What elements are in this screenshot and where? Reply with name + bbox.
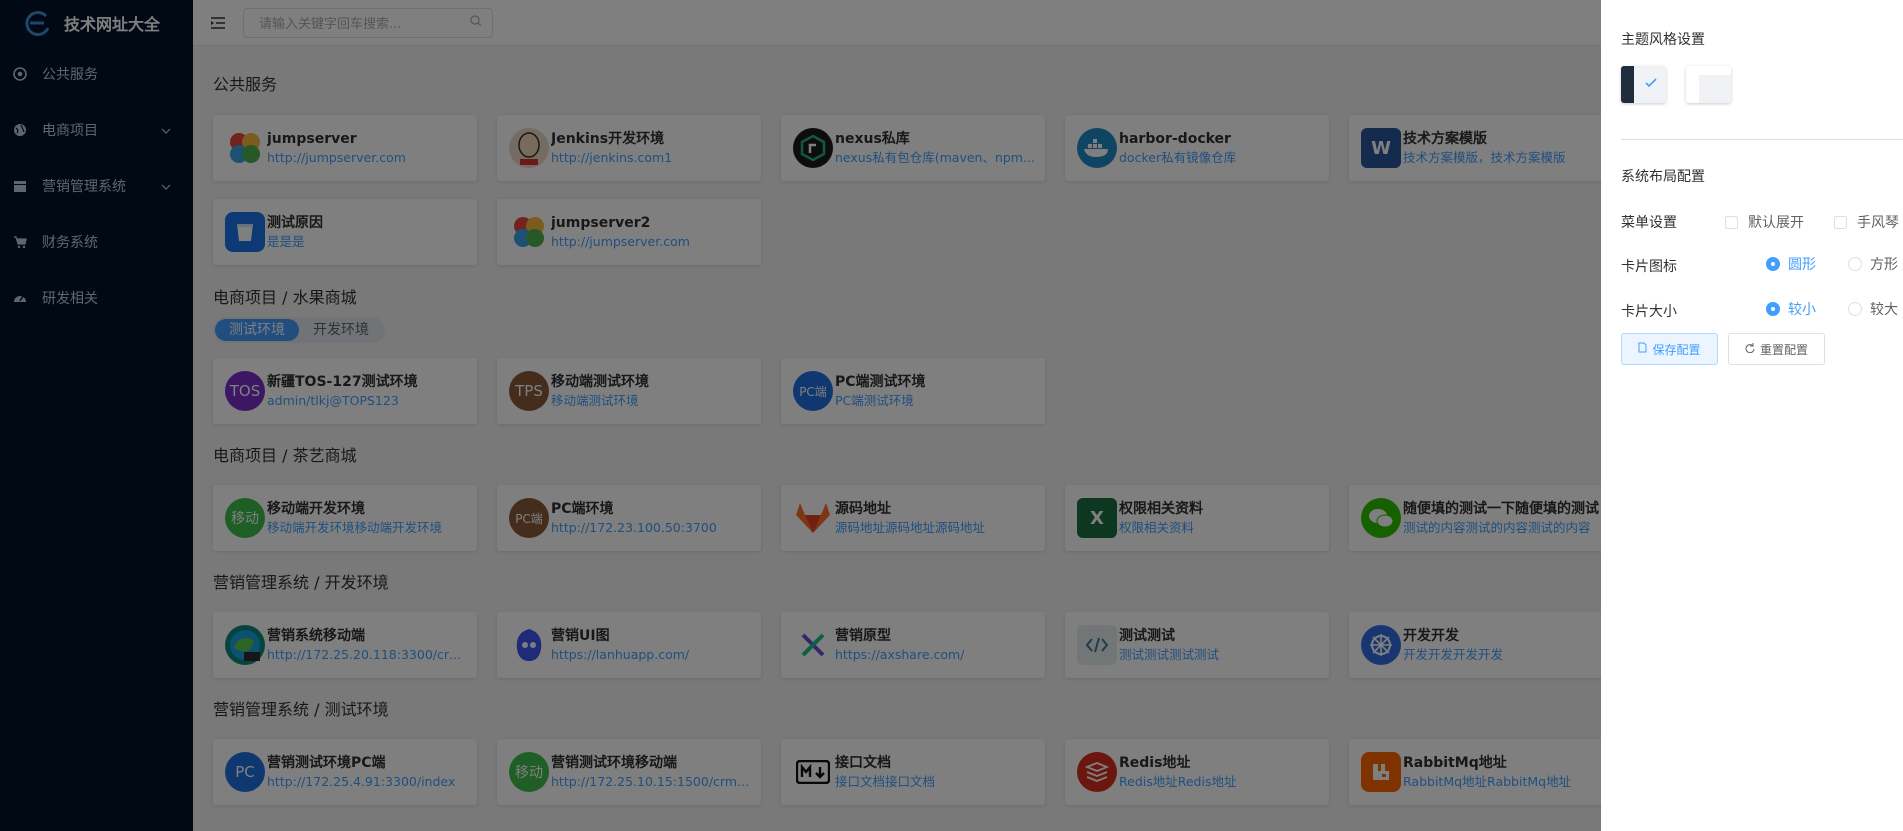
layout-settings-title: 系统布局配置 bbox=[1621, 169, 1705, 185]
reset-config-label: 重置配置 bbox=[1759, 342, 1808, 357]
refresh-icon bbox=[1745, 342, 1755, 356]
checkbox-accordion[interactable]: 手风琴 bbox=[1834, 212, 1899, 232]
theme-option-dark[interactable] bbox=[1621, 66, 1666, 103]
radio-small[interactable]: 较小 bbox=[1766, 299, 1816, 319]
theme-option-light[interactable] bbox=[1686, 66, 1731, 103]
settings-drawer: 主题风格设置 系统布局配置 菜单设置 默认展开 手风琴 卡片图标 圆形 方形 卡… bbox=[1601, 0, 1903, 831]
document-icon bbox=[1638, 342, 1647, 356]
drawer-overlay[interactable] bbox=[0, 0, 1601, 831]
save-config-button[interactable]: 保存配置 bbox=[1621, 333, 1718, 365]
divider bbox=[1621, 139, 1903, 140]
radio-label: 较大 bbox=[1870, 302, 1898, 318]
checkbox-label: 手风琴 bbox=[1857, 215, 1899, 231]
checkbox-box[interactable] bbox=[1725, 215, 1738, 229]
radio-button[interactable] bbox=[1766, 302, 1780, 316]
card-size-label: 卡片大小 bbox=[1621, 304, 1677, 320]
save-config-label: 保存配置 bbox=[1652, 342, 1701, 357]
checkbox-box[interactable] bbox=[1834, 215, 1847, 229]
radio-label: 圆形 bbox=[1788, 257, 1816, 273]
check-icon bbox=[1644, 77, 1658, 93]
theme-settings-title: 主题风格设置 bbox=[1621, 32, 1705, 48]
radio-button[interactable] bbox=[1766, 257, 1780, 271]
radio-large[interactable]: 较大 bbox=[1848, 299, 1898, 319]
radio-label: 较小 bbox=[1788, 302, 1816, 318]
checkbox-default-expand[interactable]: 默认展开 bbox=[1725, 212, 1804, 232]
reset-config-button[interactable]: 重置配置 bbox=[1728, 333, 1825, 365]
radio-button[interactable] bbox=[1848, 257, 1862, 271]
radio-button[interactable] bbox=[1848, 302, 1862, 316]
radio-circle[interactable]: 圆形 bbox=[1766, 254, 1816, 274]
radio-label: 方形 bbox=[1870, 257, 1898, 273]
radio-square[interactable]: 方形 bbox=[1848, 254, 1898, 274]
checkbox-label: 默认展开 bbox=[1748, 215, 1804, 231]
card-icon-label: 卡片图标 bbox=[1621, 259, 1677, 275]
menu-setting-label: 菜单设置 bbox=[1621, 215, 1677, 231]
